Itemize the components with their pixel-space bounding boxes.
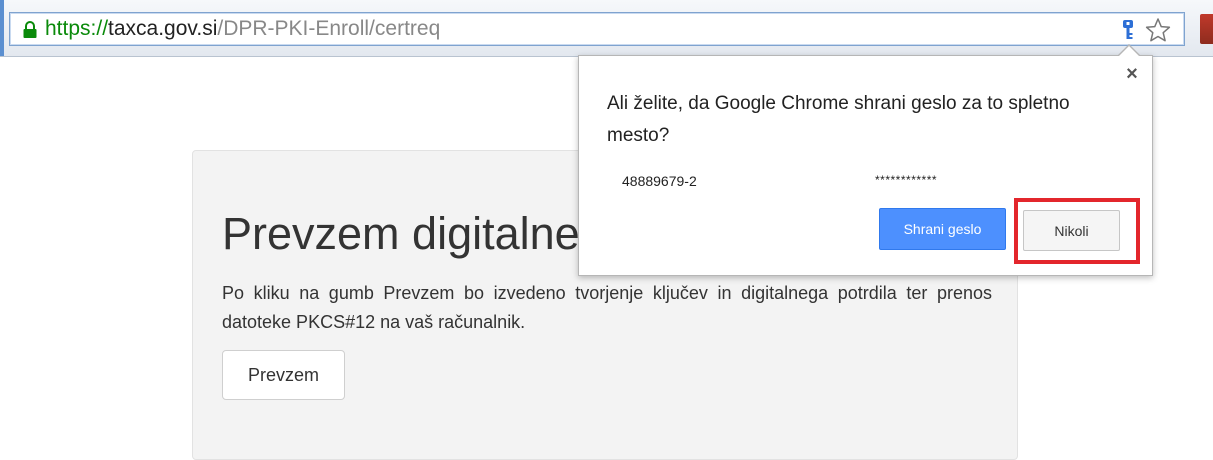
lock-icon[interactable]	[22, 21, 38, 39]
highlight-annotation	[1014, 198, 1140, 264]
url-host: taxca.gov.si	[108, 17, 218, 40]
address-bar[interactable]: https://taxca.gov.si/DPR-PKI-Enroll/cert…	[9, 12, 1185, 46]
browser-toolbar: https://taxca.gov.si/DPR-PKI-Enroll/cert…	[0, 0, 1213, 57]
key-icon[interactable]	[1121, 19, 1135, 41]
save-password-button[interactable]: Shrani geslo	[879, 208, 1006, 250]
url-scheme: https://	[45, 17, 109, 40]
prevzem-button[interactable]: Prevzem	[222, 350, 345, 400]
url-path: /DPR-PKI-Enroll/certreq	[217, 17, 441, 40]
star-icon[interactable]	[1145, 17, 1171, 43]
close-icon[interactable]: ×	[1124, 64, 1140, 84]
saved-password-mask: ************	[875, 173, 938, 187]
saved-username: 48889679-2	[622, 173, 697, 189]
url-text[interactable]: https://taxca.gov.si/DPR-PKI-Enroll/cert…	[45, 16, 440, 42]
window-frame-edge	[0, 0, 4, 56]
extension-icon[interactable]	[1200, 14, 1213, 44]
save-password-question: Ali želite, da Google Chrome shrani gesl…	[607, 93, 1070, 146]
page-description: Po kliku na gumb Prevzem bo izvedeno tvo…	[222, 283, 992, 332]
page-title: Prevzem digitalne	[222, 208, 580, 259]
bubble-arrow-fill	[1119, 46, 1139, 56]
